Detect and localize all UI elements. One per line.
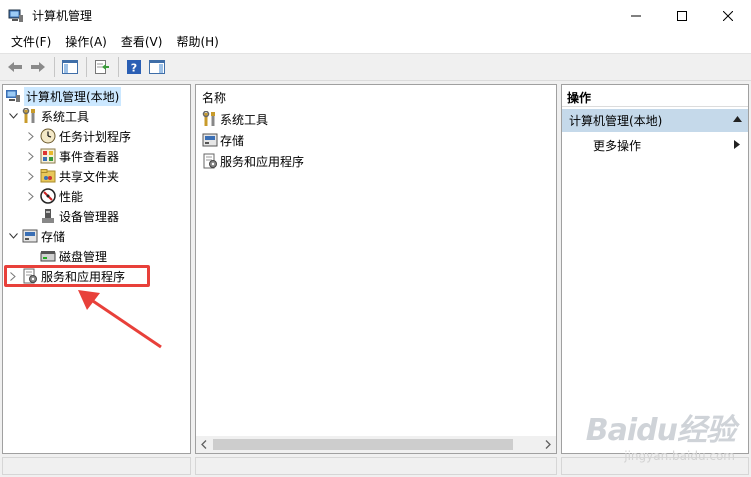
event-viewer-icon (40, 148, 56, 164)
scroll-right-icon[interactable] (542, 439, 553, 450)
collapse-up-icon[interactable] (733, 116, 742, 122)
chevron-right-icon[interactable] (25, 130, 37, 142)
tree-item-device-manager[interactable]: 设备管理器 (37, 206, 119, 226)
chevron-right-icon[interactable] (25, 150, 37, 162)
back-icon[interactable] (4, 56, 26, 78)
more-actions-item[interactable]: 更多操作 (593, 137, 641, 154)
menu-view[interactable]: 查看(V) (114, 31, 170, 53)
actions-pane: 操作 计算机管理(本地) 更多操作 (561, 84, 749, 454)
device-manager-icon (40, 208, 56, 224)
clock-icon (40, 128, 56, 144)
list-item-label: 存储 (220, 133, 245, 148)
export-list-icon[interactable] (91, 56, 113, 78)
list-item-storage[interactable]: 存储 (202, 130, 244, 150)
close-button[interactable] (705, 0, 751, 31)
maximize-button[interactable] (659, 0, 705, 31)
status-segment (195, 457, 557, 475)
storage-icon (22, 228, 38, 244)
services-icon (202, 153, 218, 169)
highlight-box (4, 265, 150, 287)
menu-action[interactable]: 操作(A) (58, 31, 114, 53)
actions-section-header[interactable]: 计算机管理(本地) (562, 109, 748, 132)
performance-icon (40, 188, 56, 204)
tree-item-system-tools[interactable]: 系统工具 (7, 106, 89, 126)
actions-section-label: 计算机管理(本地) (569, 114, 663, 128)
tree-item-shared-folders[interactable]: 共享文件夹 (25, 166, 119, 186)
watermark-url: jingyan.baidu.com (624, 449, 735, 463)
toolbar-separator (86, 57, 87, 77)
chevron-down-icon[interactable] (7, 110, 19, 122)
menu-bar: 文件(F) 操作(A) 查看(V) 帮助(H) (0, 31, 751, 53)
show-hide-console-tree-icon[interactable] (59, 56, 81, 78)
tree-label: 共享文件夹 (59, 169, 120, 184)
list-item-label: 服务和应用程序 (220, 154, 305, 169)
annotation-arrow (78, 290, 162, 349)
tools-icon (202, 111, 218, 127)
show-hide-action-pane-icon[interactable] (146, 56, 168, 78)
forward-icon[interactable] (27, 56, 49, 78)
tree-item-performance[interactable]: 性能 (25, 186, 83, 206)
title-bar: 计算机管理 (0, 0, 751, 31)
svg-text:?: ? (131, 62, 137, 75)
tree-label: 任务计划程序 (59, 129, 132, 144)
disk-icon (40, 248, 56, 264)
toolbar: ? (0, 53, 751, 81)
watermark: Baidu经验 jingyan.baidu.com (585, 405, 736, 463)
computer-management-icon (5, 88, 21, 104)
tree-label: 设备管理器 (59, 209, 120, 224)
horizontal-scrollbar[interactable] (196, 436, 556, 453)
tree-label: 计算机管理(本地) (24, 86, 122, 106)
actions-header: 操作 (562, 85, 748, 107)
tree-item-task-scheduler[interactable]: 任务计划程序 (25, 126, 131, 146)
menu-help[interactable]: 帮助(H) (169, 31, 225, 53)
window-title: 计算机管理 (32, 9, 93, 23)
tree-label: 系统工具 (41, 109, 90, 124)
toolbar-separator (118, 57, 119, 77)
tree-item-storage[interactable]: 存储 (7, 226, 65, 246)
tree-item-event-viewer[interactable]: 事件查看器 (25, 146, 119, 166)
menu-file[interactable]: 文件(F) (4, 31, 58, 53)
scroll-left-icon[interactable] (199, 439, 210, 450)
column-header-name[interactable]: 名称 (202, 89, 226, 106)
submenu-arrow-icon (734, 140, 740, 149)
tree-label: 事件查看器 (59, 149, 120, 164)
list-item-services-apps[interactable]: 服务和应用程序 (202, 151, 304, 171)
status-segment (2, 457, 191, 475)
scrollbar-thumb[interactable] (213, 439, 513, 450)
tree-item-disk-management[interactable]: 磁盘管理 (37, 246, 107, 266)
help-icon[interactable]: ? (123, 56, 145, 78)
chevron-right-icon[interactable] (25, 190, 37, 202)
chevron-down-icon[interactable] (7, 230, 19, 242)
tree-label: 性能 (59, 189, 84, 204)
tree-label: 磁盘管理 (59, 249, 108, 264)
list-item-label: 系统工具 (220, 112, 269, 127)
chevron-right-icon[interactable] (25, 170, 37, 182)
tools-icon (22, 108, 38, 124)
computer-management-icon (8, 9, 24, 23)
list-item-system-tools[interactable]: 系统工具 (202, 109, 268, 129)
watermark-logo: Baidu经验 (585, 413, 736, 448)
tree-label: 存储 (41, 229, 66, 244)
content-pane: 名称 系统工具 存储 服务和应用程序 (195, 84, 557, 454)
tree-item-root[interactable]: 计算机管理(本地) (5, 86, 122, 106)
storage-icon (202, 132, 218, 148)
shared-folder-icon (40, 168, 56, 184)
minimize-button[interactable] (613, 0, 659, 31)
toolbar-separator (54, 57, 55, 77)
